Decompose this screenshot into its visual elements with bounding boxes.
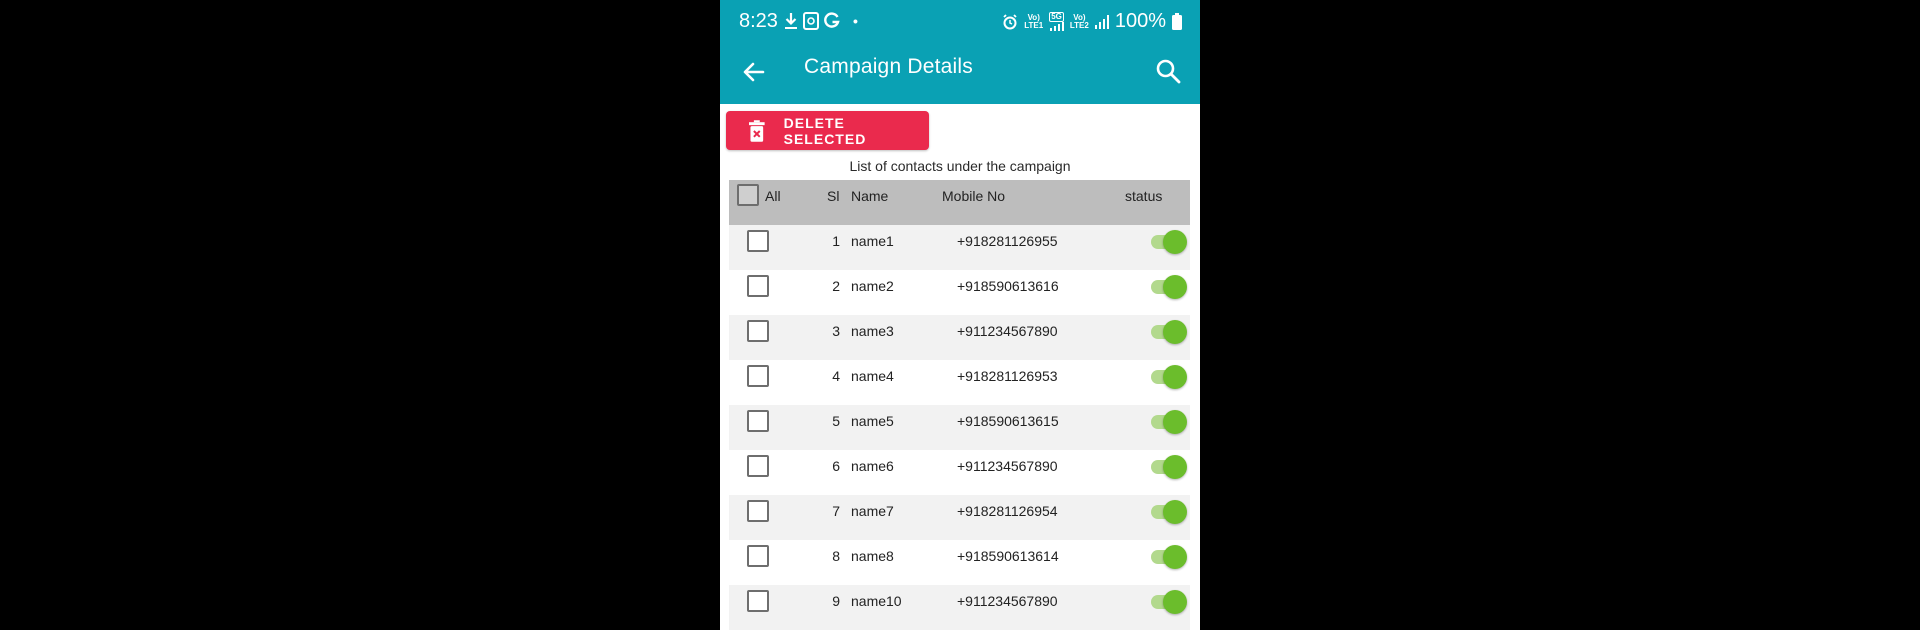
alarm-icon [1003,13,1017,29]
table-row: 4 name4 +918281126953 [729,360,1190,405]
status-toggle[interactable] [1149,274,1189,300]
status-dot: • [853,13,858,29]
back-arrow-icon[interactable] [740,58,768,86]
table-row: 5 name5 +918590613615 [729,405,1190,450]
toggle-thumb [1163,410,1187,434]
toggle-thumb [1163,545,1187,569]
row-sl: 8 [832,548,840,564]
table-header: All Sl Name Mobile No status [729,180,1190,225]
status-bar: 8:23 • Vo) LTE1 5G Vo) LTE2 100% [720,0,1200,42]
row-sl: 5 [832,413,840,429]
status-toggle[interactable] [1149,409,1189,435]
header-name: Name [851,188,889,204]
toggle-thumb [1163,275,1187,299]
row-mobile: +918281126954 [957,503,1058,519]
status-toggle[interactable] [1149,499,1189,525]
page-title: Campaign Details [804,55,973,78]
list-subtitle: List of contacts under the campaign [849,158,1071,174]
phone-screen: 8:23 • Vo) LTE1 5G Vo) LTE2 100% Campaig… [720,0,1200,630]
trash-icon [749,119,765,142]
sim1-volte-label: Vo) LTE1 [1024,12,1044,30]
row-sl: 4 [832,368,840,384]
five-g-badge: 5G [1049,12,1064,31]
row-sl: 3 [832,323,840,339]
status-time: 8:23 [739,10,778,32]
header-all-label: All [765,188,781,204]
table-row: 1 name1 +918281126955 [729,225,1190,270]
toggle-thumb [1163,590,1187,614]
row-mobile: +918590613614 [957,548,1059,564]
row-sl: 6 [832,458,840,474]
status-toggle[interactable] [1149,544,1189,570]
table-row: 6 name6 +911234567890 [729,450,1190,495]
status-toggle[interactable] [1149,364,1189,390]
row-name: name3 [851,323,894,339]
row-mobile: +918590613615 [957,413,1059,429]
google-icon [824,12,840,28]
row-sl: 9 [832,593,840,609]
status-right-icons: Vo) LTE1 5G Vo) LTE2 100% [1002,10,1182,33]
row-name: name8 [851,548,894,564]
row-sl: 7 [832,503,840,519]
row-mobile: +918281126955 [957,233,1058,249]
select-all-checkbox[interactable] [737,184,759,206]
table-row: 2 name2 +918590613616 [729,270,1190,315]
delete-selected-label: DELETE SELECTED [783,114,867,147]
status-toggle[interactable] [1149,319,1189,345]
table-row: 9 name10 +911234567890 [729,585,1190,630]
header-sl: Sl [827,188,840,204]
row-checkbox[interactable] [747,365,769,387]
header-mobile: Mobile No [942,188,1006,204]
contacts-list: 1 name1 +918281126955 2 name2 +918590613… [729,225,1190,630]
status-toggle[interactable] [1149,589,1189,615]
row-name: name2 [851,278,894,294]
table-row: 7 name7 +918281126954 [729,495,1190,540]
row-checkbox[interactable] [747,455,769,477]
row-checkbox[interactable] [747,410,769,432]
battery-percent: 100% [1114,10,1166,32]
header-status: status [1125,188,1163,204]
app-bar: Campaign Details [720,42,1200,104]
toggle-thumb [1163,455,1187,479]
row-name: name6 [851,458,894,474]
row-checkbox[interactable] [747,590,769,612]
battery-icon [1172,13,1182,30]
row-mobile: +911234567890 [957,458,1058,474]
sim2-volte-label: Vo) LTE2 [1069,12,1089,30]
row-name: name1 [851,233,894,249]
toggle-thumb [1163,365,1187,389]
notification-app-icon [803,12,819,30]
toggle-thumb [1163,500,1187,524]
row-name: name7 [851,503,894,519]
status-toggle[interactable] [1149,229,1189,255]
row-mobile: +911234567890 [957,323,1058,339]
row-sl: 1 [832,233,840,249]
signal-icon-sim2 [1094,14,1109,29]
row-mobile: +911234567890 [957,593,1058,609]
toggle-thumb [1163,320,1187,344]
table-row: 3 name3 +911234567890 [729,315,1190,360]
row-checkbox[interactable] [747,275,769,297]
row-checkbox[interactable] [747,320,769,342]
table-row: 8 name8 +918590613614 [729,540,1190,585]
signal-icon-sim1 [1049,22,1064,31]
row-name: name10 [851,593,902,609]
download-icon [785,13,797,29]
row-checkbox[interactable] [747,500,769,522]
search-icon[interactable] [1154,57,1182,85]
row-name: name4 [851,368,894,384]
status-left-icons: • [784,12,858,30]
row-checkbox[interactable] [747,230,769,252]
row-name: name5 [851,413,894,429]
toggle-thumb [1163,230,1187,254]
status-toggle[interactable] [1149,454,1189,480]
row-sl: 2 [832,278,840,294]
row-checkbox[interactable] [747,545,769,567]
row-mobile: +918590613616 [957,278,1059,294]
row-mobile: +918281126953 [957,368,1058,384]
delete-selected-button[interactable]: DELETE SELECTED [726,111,929,150]
